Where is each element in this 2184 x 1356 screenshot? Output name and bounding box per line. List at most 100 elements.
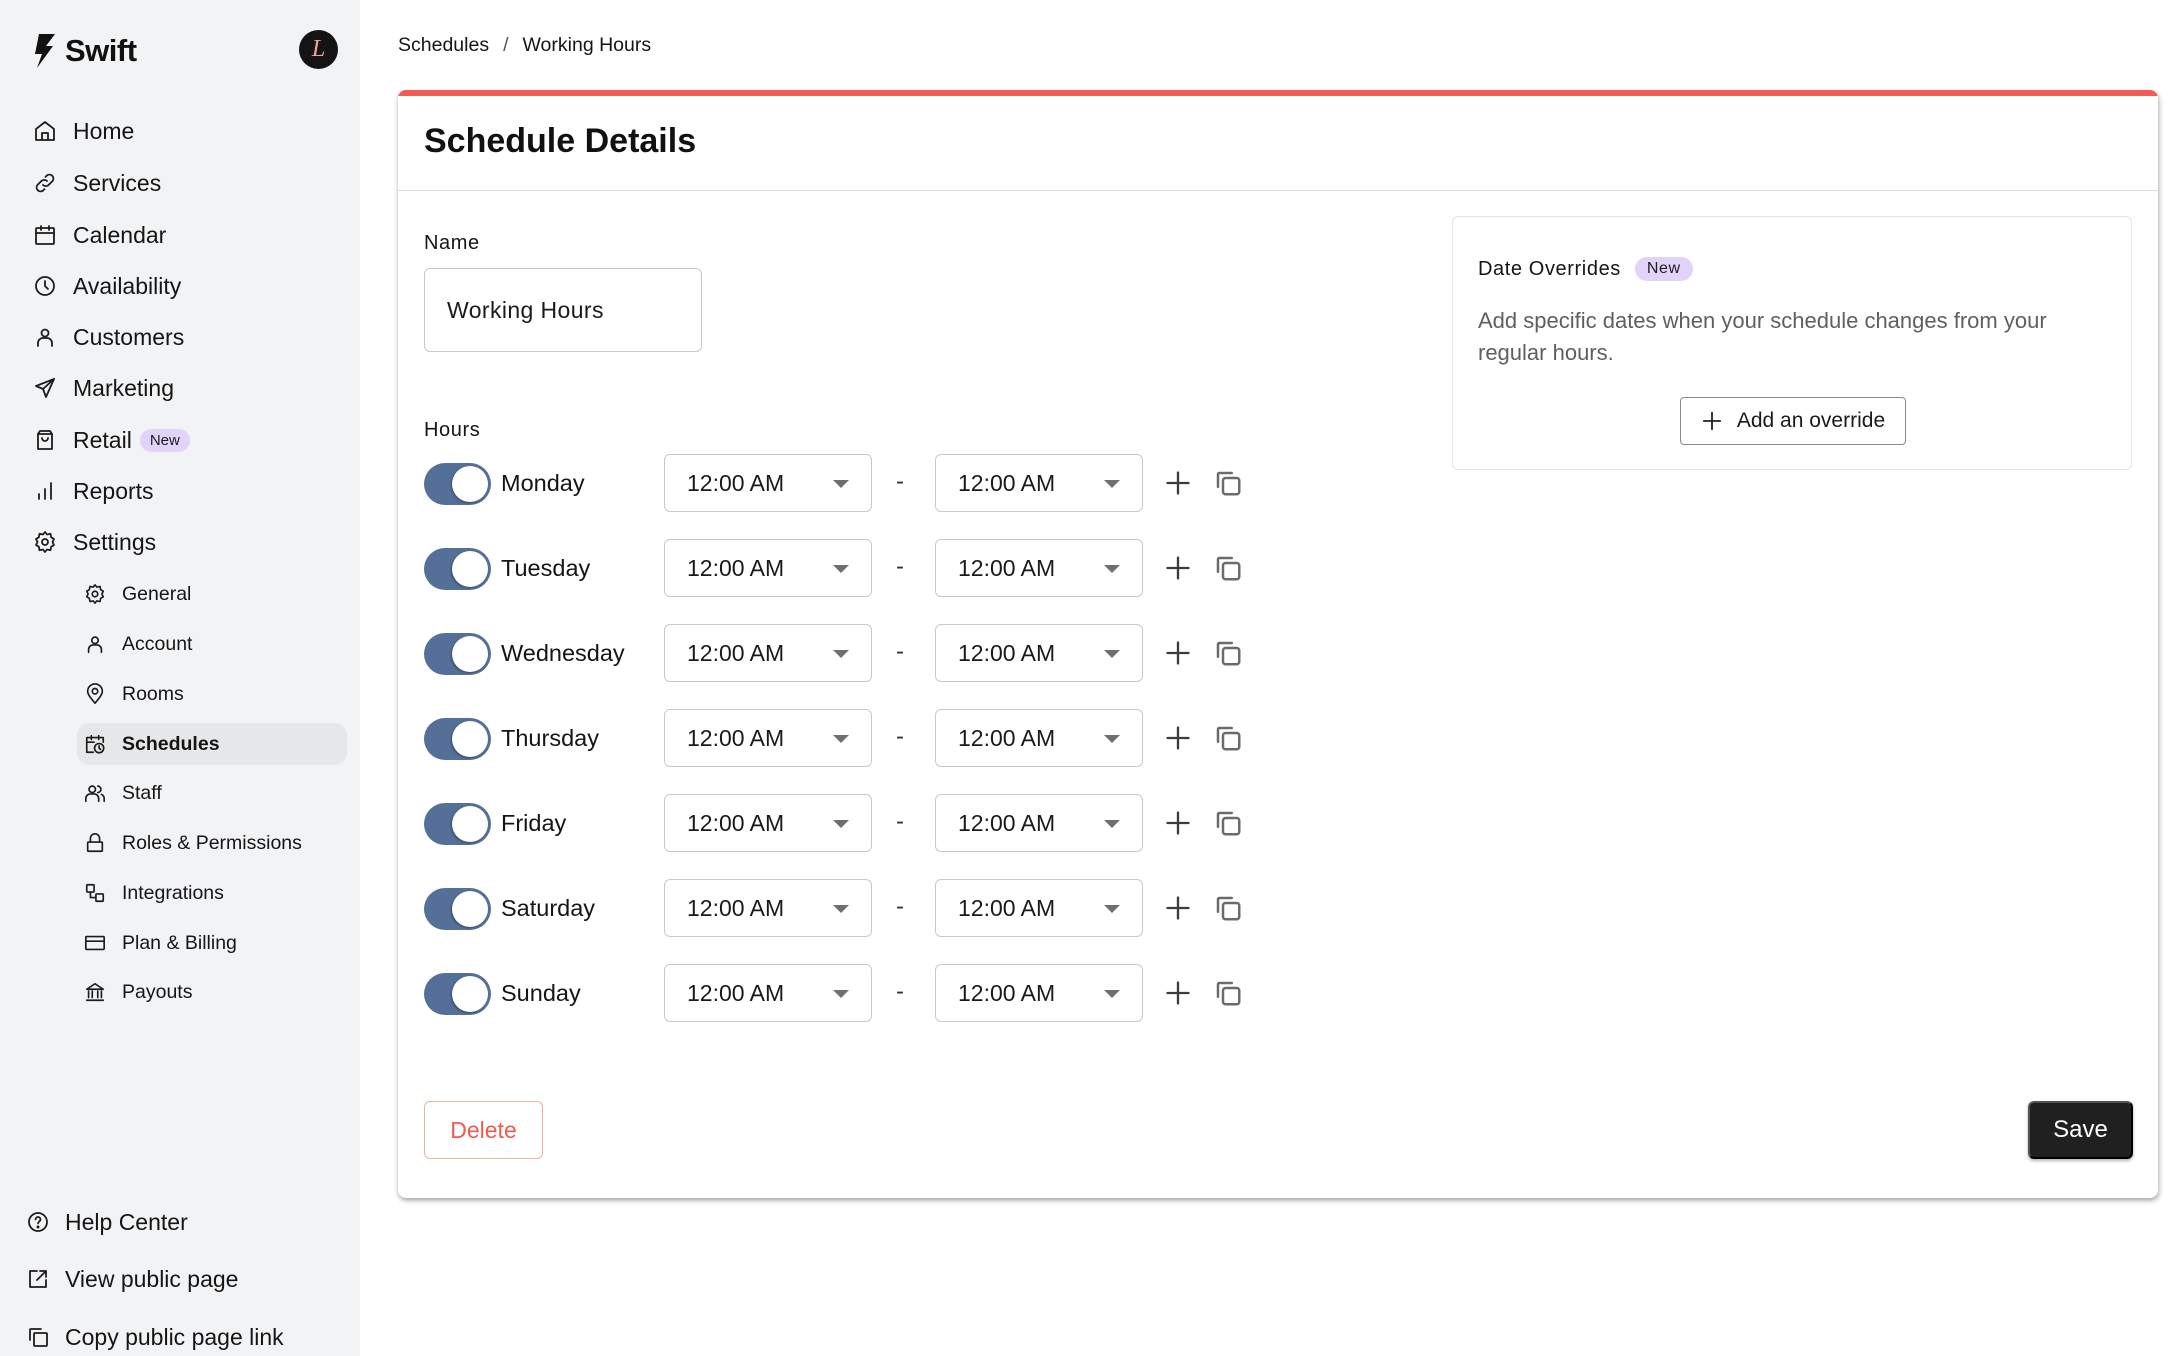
save-button[interactable]: Save [2028,1101,2133,1159]
date-overrides-title: Date Overrides [1478,257,1621,280]
range-separator: - [896,978,904,1005]
start-time-select[interactable]: 12:00 AM [664,794,872,852]
help-center-link[interactable]: Help Center [26,1202,188,1242]
add-time-range-button[interactable] [1164,809,1192,837]
plus-icon [1166,981,1190,1005]
settings-item-general[interactable]: General [77,573,347,615]
start-time-select[interactable]: 12:00 AM [664,454,872,512]
sidebar-item-retail[interactable]: Retail New [33,420,190,460]
start-time-select[interactable]: 12:00 AM [664,964,872,1022]
copy-icon [1216,556,1241,581]
day-toggle[interactable] [424,718,491,760]
day-row-friday: Friday 12:00 AM - 12:00 AM [424,794,1264,854]
add-time-range-button[interactable] [1164,724,1192,752]
app-logo[interactable]: Swift [33,33,137,69]
footer-item-label: View public page [65,1265,239,1292]
app-name: Swift [65,33,137,68]
day-toggle[interactable] [424,633,491,675]
schedule-name-input[interactable] [424,268,702,352]
plus-icon [1702,411,1722,431]
bar-chart-icon [33,479,57,503]
end-time-select[interactable]: 12:00 AM [935,964,1143,1022]
settings-item-payouts[interactable]: Payouts [77,971,347,1013]
sidebar-item-availability[interactable]: Availability [33,266,181,306]
range-separator: - [896,638,904,665]
toggle-knob [452,721,488,757]
plus-icon [1166,641,1190,665]
start-time-value: 12:00 AM [687,980,785,1006]
footer-item-label: Help Center [65,1208,188,1235]
end-time-select[interactable]: 12:00 AM [935,879,1143,937]
add-time-range-button[interactable] [1164,554,1192,582]
add-override-button[interactable]: Add an override [1680,397,1906,445]
plus-icon [1166,726,1190,750]
settings-item-label: Integrations [122,881,224,904]
copy-times-button[interactable] [1213,638,1243,668]
add-time-range-button[interactable] [1164,469,1192,497]
add-time-range-button[interactable] [1164,979,1192,1007]
plus-icon [1166,471,1190,495]
copy-times-button[interactable] [1213,468,1243,498]
sidebar-item-label: Home [73,117,135,144]
start-time-select[interactable]: 12:00 AM [664,709,872,767]
end-time-value: 12:00 AM [958,980,1056,1006]
breadcrumb: Schedules / Working Hours [398,34,651,57]
start-time-select[interactable]: 12:00 AM [664,539,872,597]
end-time-select[interactable]: 12:00 AM [935,454,1143,512]
chevron-down-icon [833,480,849,488]
settings-item-staff[interactable]: Staff [77,772,347,814]
start-time-value: 12:00 AM [687,470,785,496]
chevron-down-icon [1104,480,1120,488]
day-toggle[interactable] [424,548,491,590]
sidebar-item-home[interactable]: Home [33,111,134,151]
sidebar-item-marketing[interactable]: Marketing [33,368,174,408]
range-separator: - [896,893,904,920]
toggle-knob [452,976,488,1012]
delete-button[interactable]: Delete [424,1101,543,1159]
users-icon [84,782,106,804]
calendar-clock-icon [84,733,106,755]
sidebar-item-customers[interactable]: Customers [33,317,184,357]
copy-times-button[interactable] [1213,553,1243,583]
plus-icon [1166,811,1190,835]
settings-item-roles-permissions[interactable]: Roles & Permissions [77,822,347,864]
day-toggle[interactable] [424,973,491,1015]
settings-item-schedules[interactable]: Schedules [77,723,347,765]
settings-item-rooms[interactable]: Rooms [77,673,347,715]
sidebar-item-reports[interactable]: Reports [33,471,154,511]
range-separator: - [896,808,904,835]
day-toggle[interactable] [424,888,491,930]
copy-times-button[interactable] [1213,978,1243,1008]
copy-times-button[interactable] [1213,808,1243,838]
sidebar-item-settings[interactable]: Settings [33,522,156,562]
end-time-value: 12:00 AM [958,555,1056,581]
copy-times-button[interactable] [1213,893,1243,923]
toggle-knob [452,806,488,842]
add-time-range-button[interactable] [1164,894,1192,922]
sidebar-item-label: Reports [73,477,154,504]
breadcrumb-parent-link[interactable]: Schedules [398,34,489,57]
end-time-select[interactable]: 12:00 AM [935,539,1143,597]
day-toggle[interactable] [424,463,491,505]
end-time-select[interactable]: 12:00 AM [935,624,1143,682]
sidebar-item-label: Marketing [73,374,174,401]
start-time-select[interactable]: 12:00 AM [664,879,872,937]
settings-item-integrations[interactable]: Integrations [77,872,347,914]
start-time-select[interactable]: 12:00 AM [664,624,872,682]
day-toggle[interactable] [424,803,491,845]
copy-public-page-link[interactable]: Copy public page link [26,1317,284,1356]
settings-item-account[interactable]: Account [77,623,347,665]
end-time-select[interactable]: 12:00 AM [935,794,1143,852]
chevron-down-icon [1104,990,1120,998]
add-time-range-button[interactable] [1164,639,1192,667]
view-public-page-link[interactable]: View public page [26,1259,238,1299]
sidebar-item-services[interactable]: Services [33,163,161,203]
settings-item-label: General [122,582,192,605]
sidebar-item-calendar[interactable]: Calendar [33,215,166,255]
credit-card-icon [84,932,106,954]
copy-times-button[interactable] [1213,723,1243,753]
settings-item-plan-billing[interactable]: Plan & Billing [77,922,347,964]
user-icon [84,633,106,655]
avatar[interactable]: L [299,30,338,69]
end-time-select[interactable]: 12:00 AM [935,709,1143,767]
